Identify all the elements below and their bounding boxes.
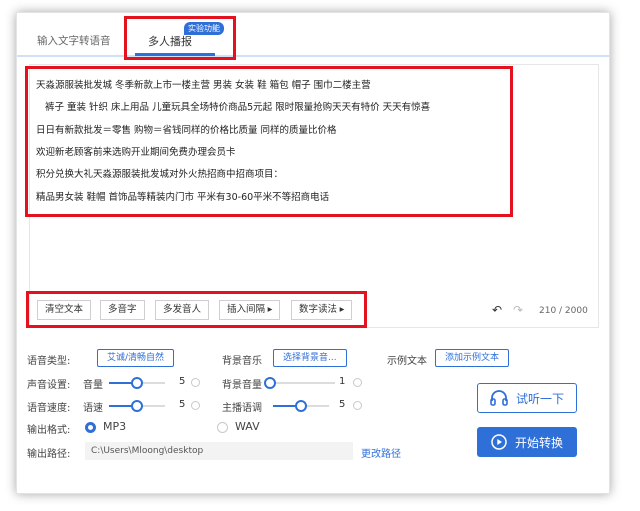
app-window: 输入文字转语音 多人播报 实验功能 天淼源服装批发城 冬季新款上市一楼主营 男装…: [16, 12, 610, 494]
bg-volume-slider[interactable]: [264, 377, 335, 389]
rate-label: 语速: [83, 403, 103, 414]
tab-bar: 输入文字转语音 多人播报 实验功能: [17, 13, 609, 60]
tab-highlight-box: [124, 16, 236, 60]
add-sample-text-button[interactable]: 添加示例文本: [435, 349, 510, 367]
reset-icon[interactable]: [191, 401, 200, 410]
editor-line: 积分兑换大礼天淼源服装批发城对外火热招商中招商项目：: [36, 169, 284, 180]
char-counter: 210 / 2000: [539, 306, 588, 316]
headphones-icon: [490, 390, 508, 406]
undo-icon[interactable]: ↶: [492, 303, 502, 317]
clear-text-button[interactable]: 清空文本: [37, 300, 92, 320]
polyphone-button[interactable]: 多音字: [100, 300, 145, 320]
editor-line: 欢迎新老顾客前来选购开业期间免费办理会员卡: [36, 147, 236, 158]
pitch-value: 5: [339, 399, 346, 410]
editor-line: 精品男女装 鞋帽 首饰品等精装内门市 平米有30-60平米不等招商电话: [36, 192, 330, 203]
tab-text-to-speech[interactable]: 输入文字转语音: [37, 33, 111, 48]
mp3-label: MP3: [103, 420, 127, 433]
number-reading-button[interactable]: 数字读法 ▸: [291, 300, 353, 320]
slider-knob[interactable]: [131, 377, 143, 389]
voice-type-label: 语音类型:: [27, 356, 71, 367]
volume-label: 音量: [83, 380, 103, 391]
editor-line: 日日有新款批发＝零售 购物＝省钱同样的价格比质量 同样的质量比价格: [36, 125, 337, 136]
sample-text-label: 示例文本: [387, 356, 427, 367]
wav-label: WAV: [235, 420, 260, 433]
slider-knob[interactable]: [131, 400, 143, 412]
rate-slider[interactable]: [109, 400, 165, 412]
redo-icon[interactable]: ↷: [513, 303, 523, 317]
editor-line: 裤子 童装 针织 床上用品 儿童玩具全场特价商品5元起 限时限量抢购天天有特价 …: [45, 102, 431, 113]
start-convert-button[interactable]: 开始转换: [477, 427, 577, 457]
reset-icon[interactable]: [353, 401, 362, 410]
bg-volume-label: 背景音量: [222, 380, 262, 391]
listen-button[interactable]: 试听一下: [477, 383, 577, 413]
slider-knob[interactable]: [264, 377, 277, 389]
format-label: 输出格式:: [27, 425, 71, 436]
convert-label: 开始转换: [514, 435, 563, 450]
multi-speaker-button[interactable]: 多发音人: [155, 300, 210, 320]
wav-radio[interactable]: [217, 422, 228, 433]
change-path-link[interactable]: 更改路径: [361, 445, 401, 460]
pitch-slider[interactable]: [273, 400, 329, 412]
play-circle-icon: [491, 434, 507, 450]
bg-music-button[interactable]: 选择背景音...: [273, 349, 347, 367]
sound-settings-label: 声音设置:: [27, 380, 71, 391]
reset-icon[interactable]: [353, 378, 362, 387]
rate-value: 5: [179, 399, 186, 410]
listen-label: 试听一下: [515, 391, 564, 406]
voice-type-button[interactable]: 艾诚/清畅自然: [97, 349, 175, 367]
slider-knob[interactable]: [295, 400, 307, 412]
volume-slider[interactable]: [109, 377, 165, 389]
editor-line: 天淼源服装批发城 冬季新款上市一楼主营 男装 女装 鞋 箱包 帽子 围巾二楼主营: [36, 80, 371, 91]
pitch-label: 主播语调: [222, 403, 262, 414]
insert-pause-button[interactable]: 插入间隔 ▸: [219, 300, 281, 320]
path-label: 输出路径:: [27, 449, 71, 460]
speed-settings-label: 语音速度:: [27, 403, 71, 414]
output-path-field[interactable]: C:\Users\Mloong\desktop: [85, 442, 353, 460]
volume-value: 5: [179, 376, 186, 387]
bg-volume-value: 1: [339, 376, 346, 387]
slider-track: [267, 382, 335, 384]
reset-icon[interactable]: [191, 378, 200, 387]
bg-music-label: 背景音乐: [222, 356, 262, 367]
mp3-radio[interactable]: [85, 422, 96, 433]
